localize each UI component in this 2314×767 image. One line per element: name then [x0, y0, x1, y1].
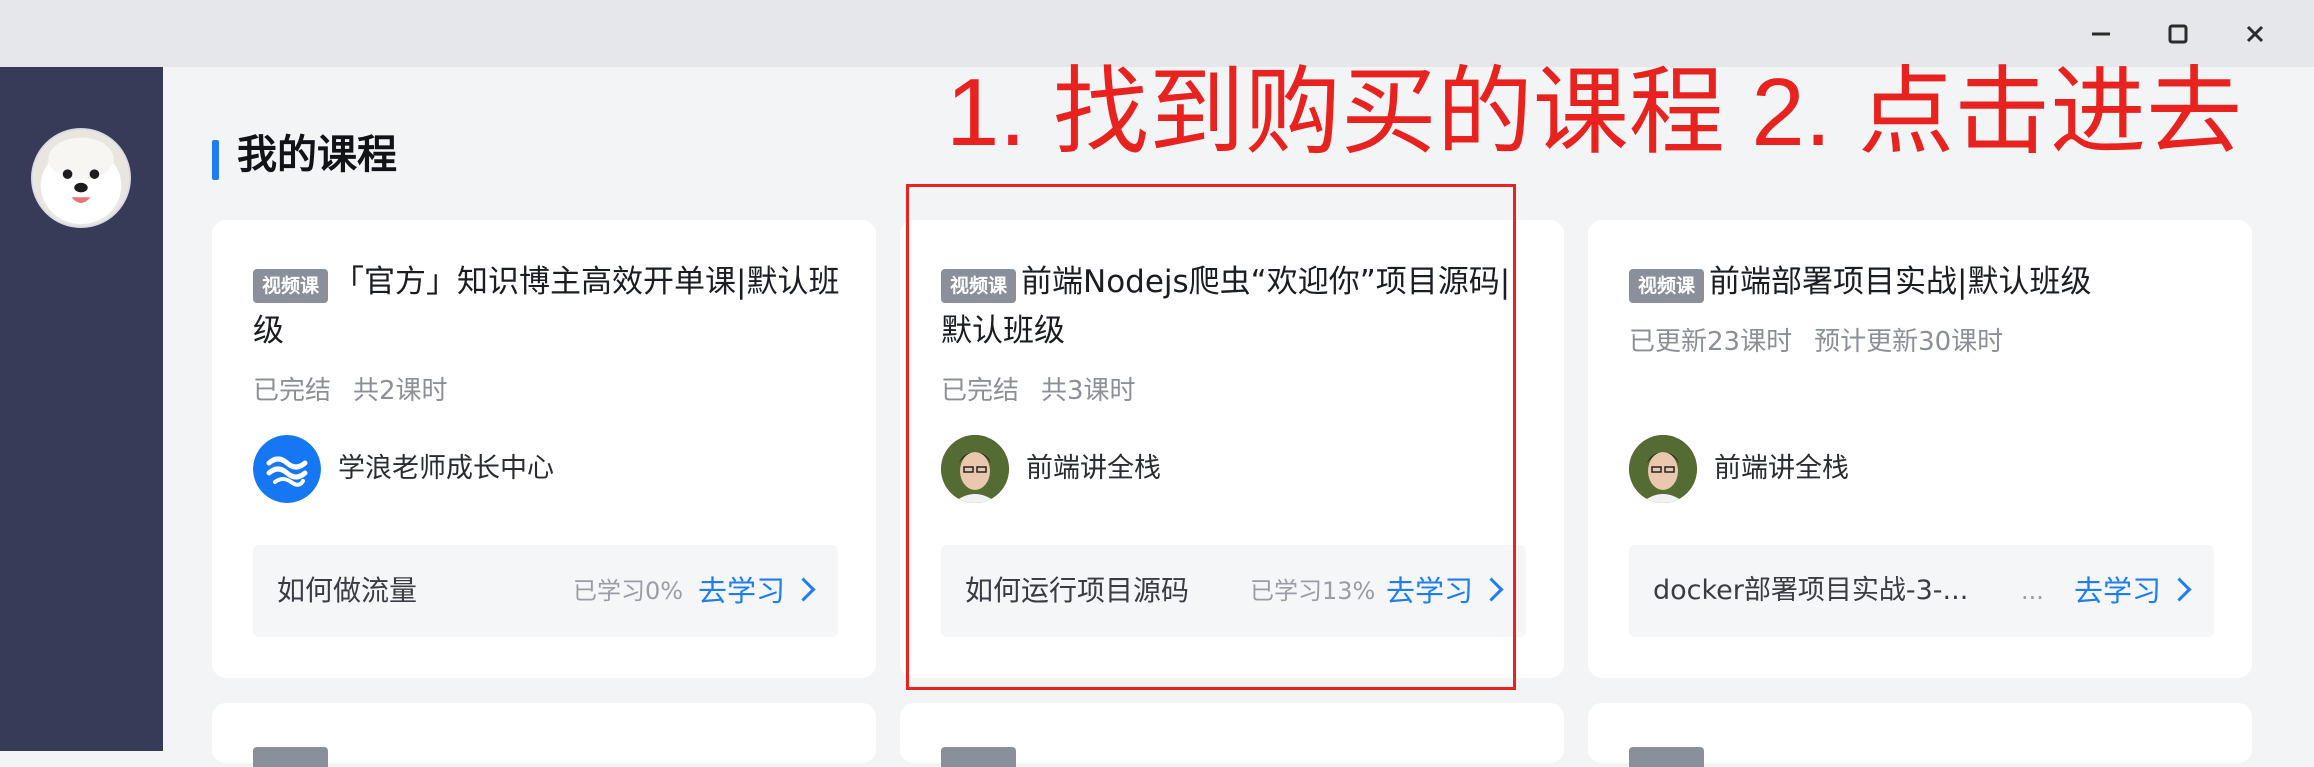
course-card-3[interactable]: 前端部署项目实战|默认班级 视频课 已更新23课时 预计更新30课时 前端讲全栈 …	[1588, 220, 2252, 678]
course-type-tag	[253, 747, 328, 767]
teacher-photo-avatar-icon	[1629, 435, 1697, 503]
teacher-name: 前端讲全栈	[1714, 453, 1849, 484]
course-card-4[interactable]	[212, 703, 876, 767]
close-icon[interactable]	[2237, 16, 2273, 52]
page-title: 我的课程	[237, 132, 397, 178]
course-card-1[interactable]: 「官方」知识博主高效开单课|默认班级 视频课 已完结 共2课时 学浪老师成长中心 …	[212, 220, 876, 678]
last-lesson-name: 如何做流量	[277, 574, 418, 607]
course-meta: 已完结 共2课时	[253, 376, 448, 406]
highlight-box	[906, 184, 1516, 690]
course-card-6[interactable]	[1588, 703, 2252, 767]
course-type-tag	[941, 747, 1016, 767]
xuelang-logo-icon	[253, 435, 321, 503]
maximize-icon[interactable]	[2160, 16, 2196, 52]
continue-lesson-row[interactable]: 如何做流量 已学习0% 去学习	[253, 545, 838, 637]
go-study-button[interactable]: 去学习	[698, 545, 816, 637]
chevron-right-icon	[791, 577, 816, 602]
course-title: 「官方」知识博主高效开单课|默认班级	[253, 264, 840, 349]
last-lesson-name: docker部署项目实战-3-...	[1653, 575, 1969, 606]
continue-lesson-row[interactable]: docker部署项目实战-3-... ... 去学习	[1629, 545, 2214, 637]
progress-text: 已学习0%	[573, 577, 684, 605]
course-type-tag	[1629, 747, 1704, 767]
samoyed-dog-avatar-icon	[33, 130, 129, 226]
chevron-right-icon	[2167, 577, 2192, 602]
course-title: 前端部署项目实战|默认班级	[1709, 264, 2092, 300]
course-type-tag: 视频课	[1629, 269, 1705, 303]
teacher-name: 学浪老师成长中心	[338, 453, 554, 484]
go-study-button[interactable]: 去学习	[2074, 545, 2192, 637]
user-avatar[interactable]	[31, 128, 131, 228]
course-meta: 已更新23课时 预计更新30课时	[1629, 327, 2004, 357]
minimize-icon[interactable]	[2083, 16, 2119, 52]
instruction-annotation: 1. 找到购买的课程 2. 点击进去	[946, 59, 2243, 166]
more-dots: ...	[2021, 577, 2044, 605]
course-card-5[interactable]	[900, 703, 1564, 767]
course-type-tag: 视频课	[253, 269, 329, 303]
